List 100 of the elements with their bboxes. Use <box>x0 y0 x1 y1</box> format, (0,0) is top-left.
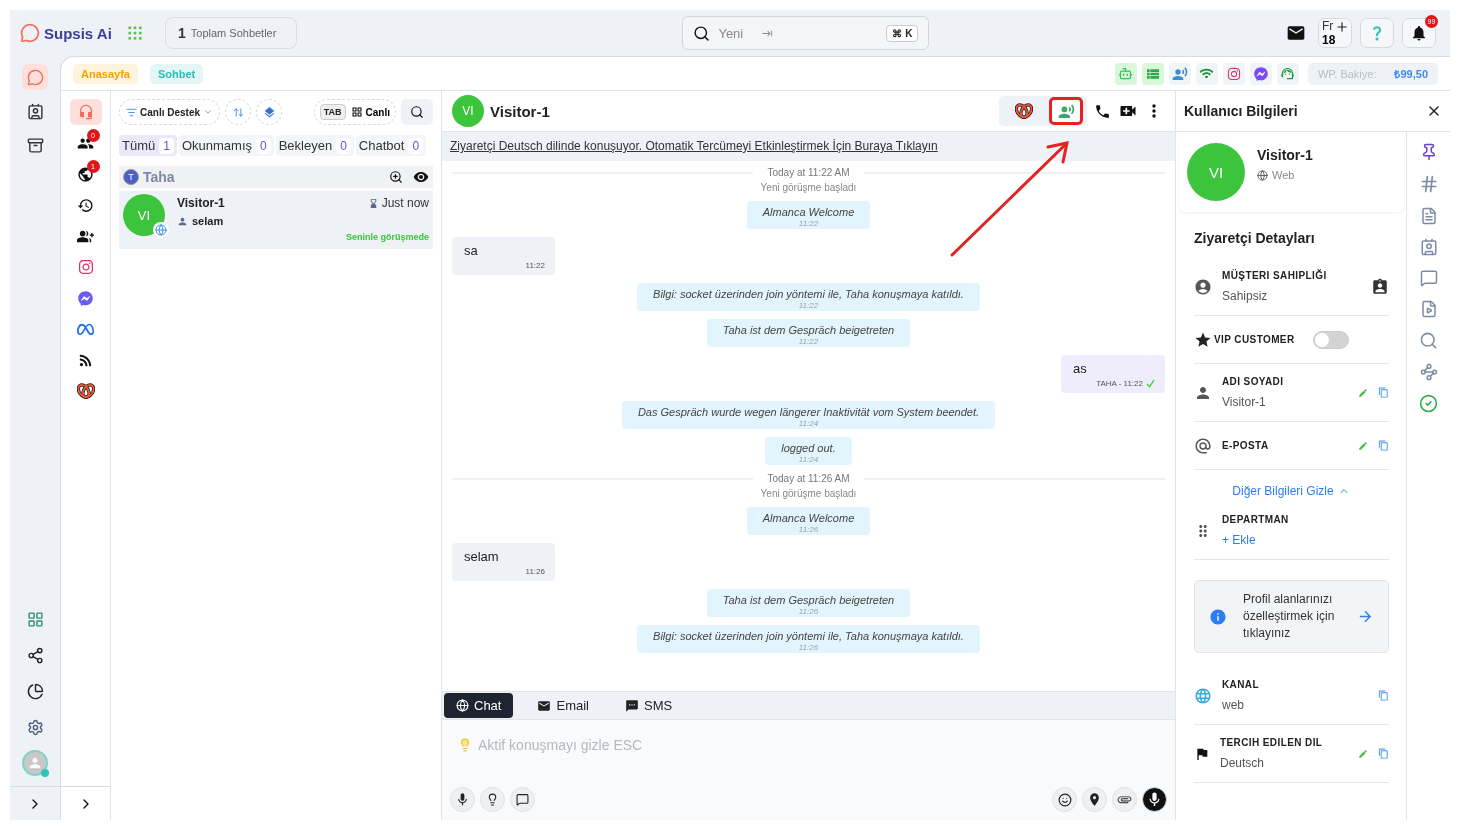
field-label: VIP CUSTOMER <box>1214 334 1295 345</box>
visitor-name: Visitor-1 <box>490 102 550 120</box>
composer-tool-button[interactable] <box>450 787 475 812</box>
session-note: Yeni görüşme başladı <box>760 488 857 499</box>
field-label: E-POSTA <box>1222 440 1270 451</box>
calendar-button[interactable]: Fr 18 <box>1318 18 1352 48</box>
apps-icon <box>26 610 44 628</box>
mail-icon[interactable] <box>1286 23 1306 43</box>
search-icon[interactable] <box>1419 331 1438 350</box>
message-icon[interactable] <box>1419 269 1438 287</box>
contact-card-icon[interactable] <box>1419 238 1438 256</box>
lightbulb-icon <box>486 793 499 806</box>
composer-tool-button[interactable] <box>1082 787 1107 812</box>
copy-button[interactable] <box>1378 387 1389 398</box>
mic-icon <box>455 792 470 807</box>
composer-tool-button[interactable] <box>1112 787 1137 812</box>
visitor-name: Visitor-1 <box>177 196 225 210</box>
message-icon <box>516 793 529 806</box>
channel-button[interactable] <box>1195 62 1218 85</box>
channel-tab[interactable]: Chat <box>444 693 514 718</box>
message-time: 11:22 <box>798 337 819 346</box>
date-divider: Today at 11:26 AM <box>767 473 850 484</box>
voice-icon <box>1057 102 1075 120</box>
assign-icon[interactable] <box>1371 277 1389 296</box>
channel-button[interactable] <box>1141 62 1164 85</box>
field-value: web <box>1222 698 1245 712</box>
tab-key: TAB <box>319 104 346 120</box>
last-message: selam <box>192 215 224 227</box>
video-file-icon[interactable] <box>1419 300 1438 318</box>
message-text: Bilgi: socket üzerinden join yöntemi ile, Taha konuşmaya katıldı. <box>653 629 964 643</box>
message-time: 11:24 <box>798 419 819 428</box>
person-icon <box>27 755 43 771</box>
rss-icon <box>79 353 92 367</box>
message-time: 11:24 <box>798 455 819 464</box>
knot-logo-icon <box>1015 102 1033 120</box>
field-label: TERCIH EDILEN DIL <box>1220 737 1324 748</box>
copy-icon <box>1378 690 1389 701</box>
more-icon <box>1152 104 1156 118</box>
channel-tab[interactable]: SMS <box>613 693 685 718</box>
at-sign-icon <box>1194 436 1212 455</box>
document-icon[interactable] <box>1419 207 1438 225</box>
search-bar[interactable]: Yeni ⌘ K <box>682 16 930 50</box>
channel-button[interactable] <box>1276 62 1299 85</box>
add-link[interactable]: + Ekle <box>1222 533 1389 547</box>
channel-button[interactable] <box>1114 62 1137 85</box>
bot-icon <box>1118 66 1134 81</box>
waypoints-icon[interactable] <box>1419 363 1438 381</box>
edit-button[interactable] <box>1358 748 1368 759</box>
globe-icon <box>155 224 167 236</box>
channel-button[interactable] <box>1222 62 1245 85</box>
agent-name: Taha <box>143 169 175 185</box>
filter-tab[interactable]: Bekleyen 0 <box>275 135 354 156</box>
arrow-right-icon <box>1357 608 1374 625</box>
composer-tool-button[interactable] <box>1142 787 1167 812</box>
channel-tab[interactable]: Email <box>525 693 601 718</box>
mode-toggle[interactable]: Canlı <box>350 106 390 118</box>
composer-tool-button[interactable] <box>1052 787 1077 812</box>
field-value: Deutsch <box>1220 756 1266 770</box>
copy-button[interactable] <box>1378 748 1389 759</box>
filter-tab[interactable]: Okunmamış 0 <box>178 135 274 156</box>
messenger-icon <box>1253 66 1268 81</box>
search-button[interactable] <box>401 99 433 125</box>
channel-button[interactable] <box>1168 62 1191 85</box>
composer-tool-button[interactable] <box>480 787 505 812</box>
mail-icon <box>537 698 552 713</box>
customize-card[interactable]: Profil alanlarınızı özelleştirmek için tıklayınız <box>1194 580 1389 653</box>
zoom-icon[interactable] <box>389 170 403 184</box>
customize-text: Profil alanlarınızı özelleştirmek için tıklayınız <box>1242 591 1336 642</box>
check-circle-icon[interactable] <box>1419 394 1438 413</box>
vip-toggle[interactable] <box>1312 330 1349 349</box>
message-text: sa <box>464 243 479 258</box>
field-label: DEPARTMAN <box>1222 514 1290 525</box>
messenger-icon <box>78 290 93 306</box>
translation-link[interactable]: Ziyaretçi Deutsch dilinde konuşuyor. Otomatik Tercümeyi Etkinleştirmek İçin Buraya Tıklayın <box>442 132 1175 161</box>
message-time: 11:26 <box>798 643 819 652</box>
search-input[interactable]: Yeni <box>716 24 757 42</box>
message-text: Almanca Welcome <box>762 205 855 219</box>
pencil-icon <box>1358 748 1368 759</box>
sort-icon <box>232 106 244 118</box>
message-time: 11:26 <box>525 567 545 576</box>
field-label: ADI SOYADI <box>1222 376 1285 387</box>
copy-button[interactable] <box>1378 440 1389 451</box>
copy-button[interactable] <box>1378 690 1389 701</box>
edit-button[interactable] <box>1358 387 1368 398</box>
pencil-icon <box>1358 387 1368 398</box>
chat-status: Seninle görüşmede <box>345 232 429 242</box>
channel-button[interactable] <box>1249 62 1272 85</box>
message-field[interactable]: Aktif konuşmayı gizle ESC <box>476 736 776 754</box>
edit-button[interactable] <box>1358 440 1368 451</box>
composer-tool-button[interactable] <box>510 787 535 812</box>
filter-tab[interactable]: Chatbot 0 <box>355 135 427 156</box>
filter-tab[interactable]: Tümü 1 <box>119 135 177 156</box>
knot-logo-icon <box>76 382 95 400</box>
sms-icon <box>625 698 639 713</box>
toggle-details-link[interactable]: Diğer Bilgileri Gizle <box>1232 484 1350 498</box>
eye-icon[interactable] <box>413 169 429 185</box>
filter-dropdown[interactable]: Canlı Destek <box>119 99 221 125</box>
chat-item[interactable]: VI Visitor-1 Just now selam Seninle görüşmede <box>119 191 433 249</box>
layers-button[interactable] <box>256 99 283 125</box>
emoji-icon <box>1057 792 1072 807</box>
